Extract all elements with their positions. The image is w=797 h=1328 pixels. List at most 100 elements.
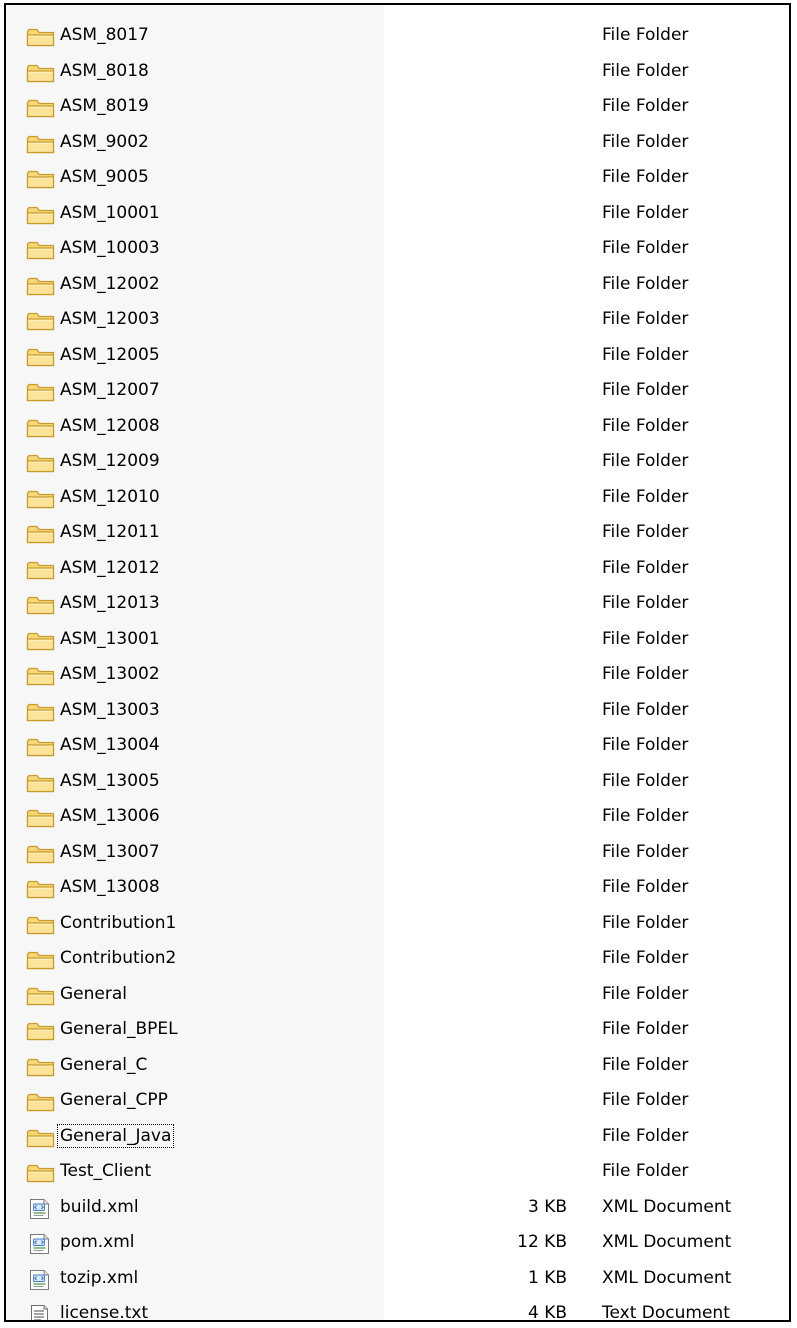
item-type: File Folder	[602, 522, 689, 542]
item-type: File Folder	[602, 1090, 689, 1110]
folder-icon	[26, 524, 56, 544]
folder-icon	[26, 808, 56, 828]
item-type: File Folder	[602, 983, 689, 1004]
list-item[interactable]: ASM_13005 File Folder	[6, 764, 789, 800]
list-item[interactable]: ASM_12007 File Folder	[6, 373, 789, 409]
list-item[interactable]: ASM_12008 File Folder	[6, 409, 789, 445]
list-item[interactable]: Contribution1 File Folder	[6, 906, 789, 942]
folder-icon	[26, 418, 56, 438]
item-type: File Folder	[602, 25, 689, 45]
list-item[interactable]: ASM_9002 File Folder	[6, 125, 789, 161]
item-name: Contribution1	[60, 912, 177, 933]
list-item[interactable]: ASM_13006 File Folder	[6, 799, 789, 835]
item-name: ASM_12008	[60, 415, 160, 436]
item-type: File Folder	[602, 167, 689, 187]
list-item[interactable]: ASM_12002 File Folder	[6, 267, 789, 303]
item-name: ASM_13004	[60, 735, 160, 755]
list-item[interactable]: General_BPEL File Folder	[6, 1012, 789, 1048]
list-item[interactable]: tozip.xml 1 KB XML Document	[6, 1261, 789, 1297]
folder-icon	[26, 27, 56, 47]
item-type: File Folder	[602, 735, 689, 755]
item-type: File Folder	[602, 948, 689, 968]
folder-icon	[26, 347, 56, 367]
item-type: Text Document	[602, 1303, 730, 1322]
item-type: File Folder	[602, 1125, 689, 1146]
list-item[interactable]: ASM_13007 File Folder	[6, 835, 789, 871]
item-type: File Folder	[602, 380, 689, 400]
item-name: ASM_9002	[60, 131, 149, 152]
item-type: File Folder	[602, 1161, 689, 1181]
list-item[interactable]: General_Java File Folder	[6, 1119, 789, 1155]
list-item[interactable]: ASM_12005 File Folder	[6, 338, 789, 374]
list-item[interactable]: ASM_12011 File Folder	[6, 515, 789, 551]
list-item[interactable]: ASM_12012 File Folder	[6, 551, 789, 587]
list-item[interactable]: ASM_10003 File Folder	[6, 231, 789, 267]
file-list-window: ASM_8017 File Folder ASM_8018 File Folde…	[4, 3, 791, 1322]
item-name: ASM_12007	[60, 380, 160, 400]
folder-icon	[26, 205, 56, 225]
folder-icon	[26, 1128, 56, 1148]
item-name: license.txt	[60, 1303, 149, 1322]
list-item[interactable]: build.xml 3 KB XML Document	[6, 1190, 789, 1226]
list-item[interactable]: Contribution2 File Folder	[6, 941, 789, 977]
folder-icon	[26, 737, 56, 757]
list-item[interactable]: ASM_13002 File Folder	[6, 657, 789, 693]
list-item[interactable]: General File Folder	[6, 977, 789, 1013]
list-item[interactable]: ASM_10001 File Folder	[6, 196, 789, 232]
list-item[interactable]: ASM_8017 File Folder	[6, 18, 789, 54]
list-item[interactable]: ASM_9005 File Folder	[6, 160, 789, 196]
item-name: ASM_13003	[60, 699, 160, 720]
folder-icon	[26, 453, 56, 473]
list-item[interactable]: license.txt 4 KB Text Document	[6, 1296, 789, 1322]
item-type: File Folder	[602, 628, 689, 649]
folder-icon	[26, 950, 56, 970]
list-item[interactable]: General_CPP File Folder	[6, 1083, 789, 1119]
folder-icon	[26, 702, 56, 722]
item-name: ASM_12002	[60, 273, 160, 294]
list-item[interactable]: ASM_13008 File Folder	[6, 870, 789, 906]
item-type: File Folder	[602, 806, 689, 826]
folder-icon	[26, 1092, 56, 1112]
list-item[interactable]: ASM_8018 File Folder	[6, 54, 789, 90]
item-type: File Folder	[602, 664, 689, 684]
item-name: tozip.xml	[60, 1267, 139, 1288]
item-name: ASM_13008	[60, 877, 160, 897]
list-item[interactable]: ASM_8019 File Folder	[6, 89, 789, 125]
list-item[interactable]: General_C File Folder	[6, 1048, 789, 1084]
item-type: File Folder	[602, 770, 689, 791]
xml-file-icon	[26, 1269, 56, 1290]
item-type: XML Document	[602, 1196, 732, 1217]
folder-icon	[26, 1021, 56, 1041]
list-item[interactable]: ASM_12010 File Folder	[6, 480, 789, 516]
item-name: ASM_8018	[60, 60, 149, 81]
item-name: General	[60, 983, 127, 1004]
item-name: Contribution2	[60, 948, 177, 968]
list-item[interactable]: ASM_13001 File Folder	[6, 622, 789, 658]
list-item[interactable]: pom.xml 12 KB XML Document	[6, 1225, 789, 1261]
item-name: ASM_12012	[60, 557, 160, 578]
list-item[interactable]: ASM_12009 File Folder	[6, 444, 789, 480]
folder-icon	[26, 595, 56, 615]
item-name: ASM_13006	[60, 806, 160, 826]
list-item[interactable]: ASM_12003 File Folder	[6, 302, 789, 338]
item-name: ASM_13007	[60, 841, 160, 862]
item-name: Test_Client	[60, 1161, 152, 1181]
item-type: File Folder	[602, 486, 689, 507]
item-type: File Folder	[602, 96, 689, 116]
folder-icon	[26, 773, 56, 793]
item-size: 3 KB	[527, 1196, 567, 1217]
item-name: ASM_8019	[60, 96, 149, 116]
folder-icon	[26, 844, 56, 864]
folder-icon	[26, 98, 56, 118]
list-item[interactable]: ASM_12013 File Folder	[6, 586, 789, 622]
list-item[interactable]: ASM_13004 File Folder	[6, 728, 789, 764]
folder-icon	[26, 134, 56, 154]
folder-icon	[26, 986, 56, 1006]
item-size: 12 KB	[517, 1232, 567, 1252]
folder-icon	[26, 489, 56, 509]
item-type: File Folder	[602, 273, 689, 294]
item-name: ASM_12013	[60, 593, 160, 613]
list-item[interactable]: Test_Client File Folder	[6, 1154, 789, 1190]
folder-icon	[26, 240, 56, 260]
list-item[interactable]: ASM_13003 File Folder	[6, 693, 789, 729]
